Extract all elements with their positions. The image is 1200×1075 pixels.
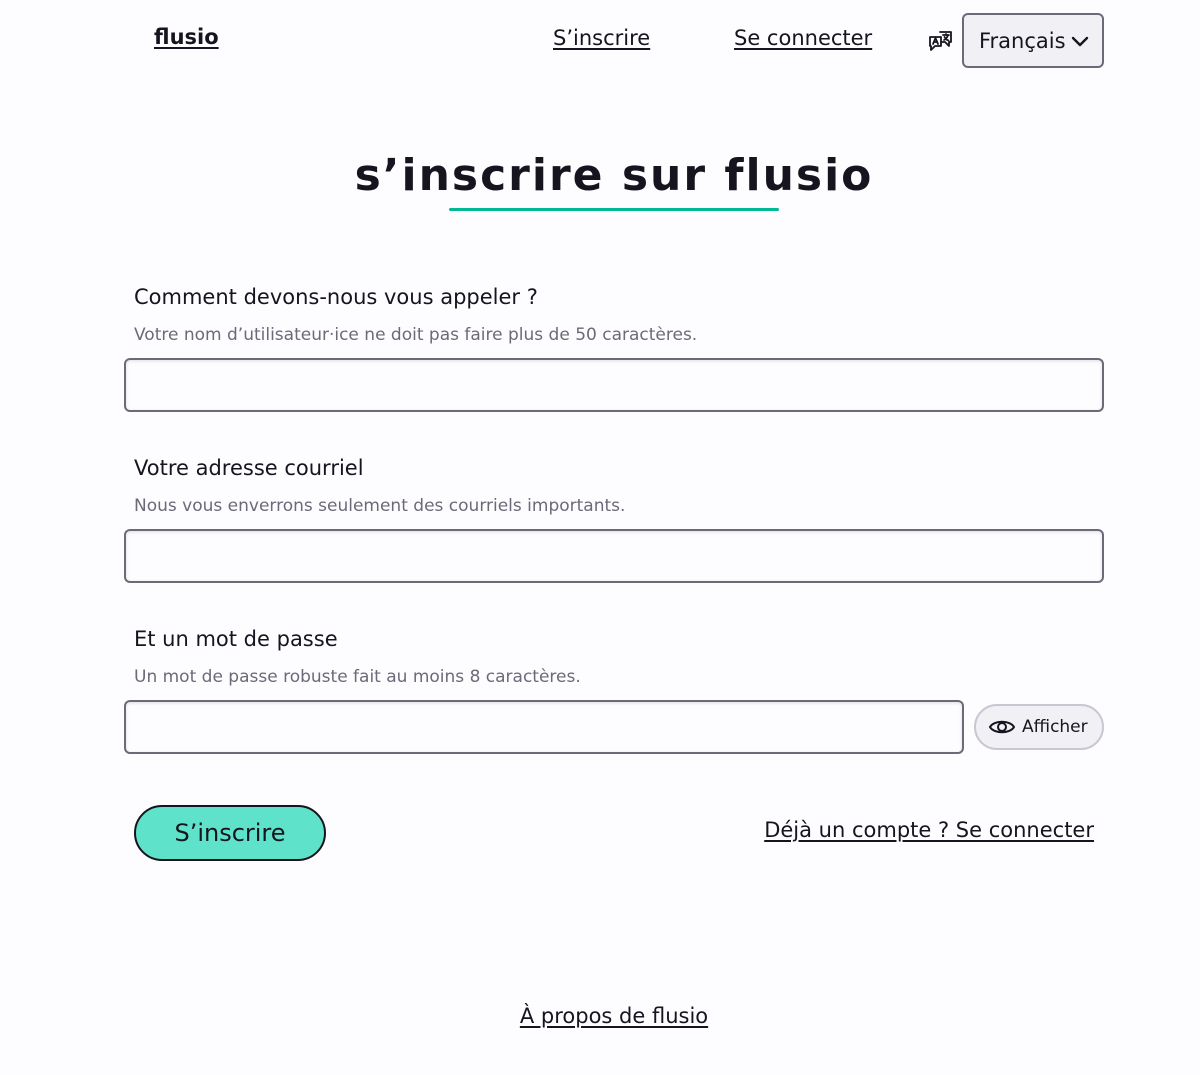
show-password-button[interactable]: Afficher xyxy=(974,704,1104,750)
chevron-down-icon xyxy=(1070,32,1090,52)
password-input[interactable] xyxy=(124,700,964,754)
username-input[interactable] xyxy=(124,358,1104,412)
nav-register-link[interactable]: S’inscrire xyxy=(553,26,650,50)
username-label: Comment devons-nous vous appeler ? xyxy=(134,285,538,309)
site-header: flusio S’inscrire Se connecter Français xyxy=(0,0,1200,84)
page-title: s’inscrire sur flusio xyxy=(354,150,874,201)
title-underline xyxy=(449,208,779,211)
username-help: Votre nom d’utilisateur·ice ne doit pas … xyxy=(134,325,698,345)
show-password-label: Afficher xyxy=(1022,717,1088,737)
existing-account-login-link[interactable]: Déjà un compte ? Se connecter xyxy=(764,818,1094,842)
email-help: Nous vous enverrons seulement des courri… xyxy=(134,496,626,516)
site-footer: À propos de flusio xyxy=(0,1004,1200,1028)
eye-icon xyxy=(988,717,1016,737)
brand-link[interactable]: flusio xyxy=(154,25,219,49)
language-select[interactable]: Français xyxy=(962,13,1104,68)
password-help: Un mot de passe robuste fait au moins 8 … xyxy=(134,667,581,687)
password-label: Et un mot de passe xyxy=(134,627,338,651)
email-input[interactable] xyxy=(124,529,1104,583)
language-select-value: Français xyxy=(979,28,1066,53)
translate-icon xyxy=(927,28,955,56)
nav-login-link[interactable]: Se connecter xyxy=(734,26,872,50)
email-label: Votre adresse courriel xyxy=(134,456,364,480)
submit-button[interactable]: S’inscrire xyxy=(134,805,326,861)
about-link[interactable]: À propos de flusio xyxy=(520,1004,708,1028)
